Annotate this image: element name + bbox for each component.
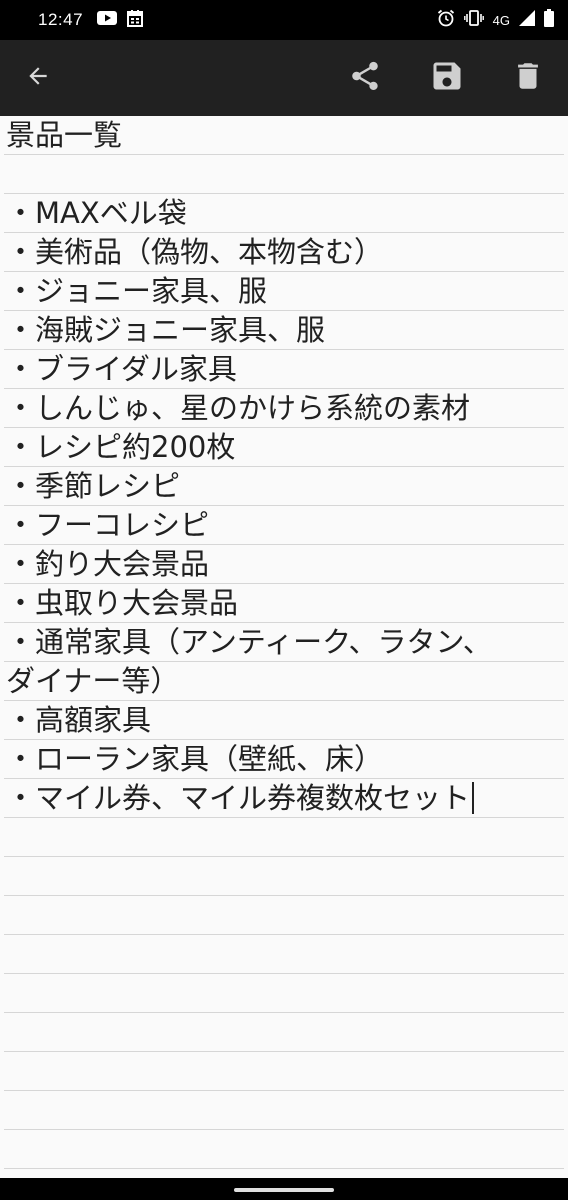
save-button[interactable] [427, 58, 467, 98]
note-line: ・フーコレシピ [6, 506, 560, 545]
calendar-icon [127, 9, 144, 31]
note-text-area[interactable]: 景品一覧・MAXベル袋・美術品（偽物、本物含む） ・ジョニー家具、服・海賊ジョニー… [6, 116, 560, 818]
note-line-text: ・海賊ジョニー家具、服 [6, 313, 326, 347]
signal-icon [519, 10, 535, 30]
note-line-text: ・通常家具（アンティーク、ラタン、 [6, 625, 492, 659]
share-icon [348, 59, 382, 97]
note-line: 景品一覧 [6, 116, 560, 155]
note-line-text: ・ジョニー家具、服 [6, 274, 268, 308]
navigation-bar [0, 1178, 568, 1200]
status-bar: 12:47 4G [0, 0, 568, 40]
note-line: ・マイル券、マイル券複数枚セット [6, 779, 560, 818]
share-button[interactable] [345, 58, 385, 98]
note-line-text: 景品一覧 [6, 118, 123, 152]
vibrate-icon [463, 10, 484, 30]
note-line-text: ・MAXベル袋 [6, 196, 187, 230]
note-line-text: ・しんじゅ、星のかけら系統の素材 [6, 391, 471, 425]
status-time: 12:47 [38, 10, 84, 29]
delete-icon [511, 59, 545, 97]
note-line: ・しんじゅ、星のかけら系統の素材 [6, 389, 560, 428]
note-line: ・レシピ約200枚 [6, 428, 560, 467]
note-line: ・ローラン家具（壁紙、床） [6, 740, 560, 779]
battery-icon [544, 9, 554, 31]
note-line: ・ジョニー家具、服 [6, 272, 560, 311]
note-line-text: ダイナー等） [6, 664, 180, 698]
note-line: ・ブライダル家具 [6, 350, 560, 389]
note-line-text: ・レシピ約200枚 [6, 430, 236, 464]
note-line-text: ・高額家具 [6, 703, 152, 737]
note-line-text: ・ローラン家具（壁紙、床） [6, 742, 384, 776]
note-line: ・高額家具 [6, 701, 560, 740]
note-line: ・美術品（偽物、本物含む） [6, 233, 560, 272]
save-icon [429, 58, 465, 98]
back-button[interactable] [20, 60, 56, 96]
alarm-icon [437, 9, 455, 31]
home-gesture-handle[interactable] [234, 1188, 334, 1192]
delete-button[interactable] [508, 58, 548, 98]
status-left-icons [97, 9, 144, 31]
note-line: ダイナー等） [6, 662, 560, 701]
note-line-text: ・美術品（偽物、本物含む） [6, 235, 384, 269]
network-type: 4G [492, 12, 510, 28]
note-line: ・季節レシピ [6, 467, 560, 506]
arrow-back-icon [25, 63, 51, 93]
note-line-text: ・ブライダル家具 [6, 352, 237, 386]
note-line: ・虫取り大会景品 [6, 584, 560, 623]
youtube-icon [97, 10, 118, 30]
note-line-text: ・釣り大会景品 [6, 547, 210, 581]
text-cursor [472, 782, 475, 814]
note-line-text: ・季節レシピ [6, 469, 181, 503]
note-line: ・海賊ジョニー家具、服 [6, 311, 560, 350]
app-toolbar [0, 40, 568, 116]
note-line: ・MAXベル袋 [6, 194, 560, 233]
note-editor[interactable]: 景品一覧・MAXベル袋・美術品（偽物、本物含む） ・ジョニー家具、服・海賊ジョニー… [0, 116, 568, 1178]
note-line-text: ・フーコレシピ [6, 508, 210, 542]
note-line: ・通常家具（アンティーク、ラタン、 [6, 623, 560, 662]
note-line: ・釣り大会景品 [6, 545, 560, 584]
note-line-text: ・マイル券、マイル券複数枚セット [6, 781, 471, 815]
note-line-text: ・虫取り大会景品 [6, 586, 239, 620]
status-right-icons: 4G [437, 9, 554, 31]
note-line [6, 155, 560, 194]
